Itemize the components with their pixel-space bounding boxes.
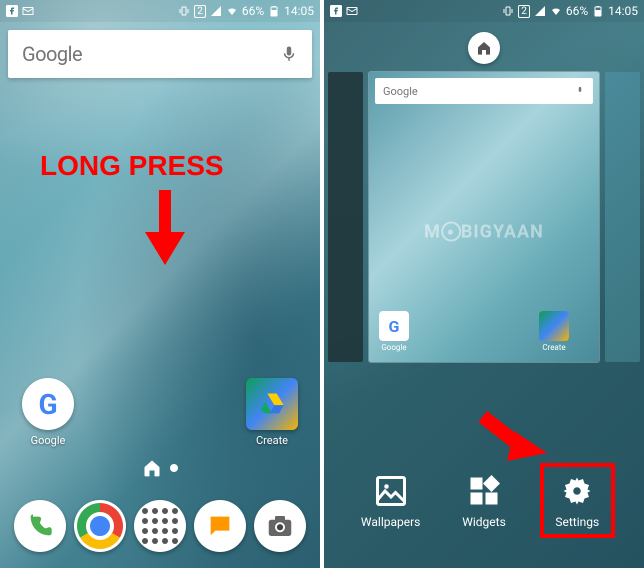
app-label: Google	[31, 434, 66, 447]
widgets-option[interactable]: Widgets	[446, 463, 521, 538]
vibrate-icon	[178, 5, 190, 17]
facebook-icon	[330, 5, 342, 17]
mini-search-widget: Google	[375, 78, 593, 104]
vibrate-icon	[502, 5, 514, 17]
drive-icon	[246, 378, 298, 430]
mini-app-google: G Google	[379, 311, 409, 352]
home-app-row: G Google Create	[0, 378, 320, 458]
app-drawer-button[interactable]	[134, 500, 186, 552]
wallpapers-option[interactable]: Wallpapers	[353, 463, 428, 538]
app-label: Create	[256, 434, 288, 447]
phone-app[interactable]	[14, 500, 66, 552]
annotation-long-press: LONG PRESS	[40, 150, 224, 182]
wifi-icon	[226, 5, 238, 17]
google-search-widget[interactable]: Google	[8, 30, 312, 78]
preview-page-right[interactable]	[605, 72, 640, 362]
option-label: Wallpapers	[361, 515, 420, 529]
mail-icon	[346, 5, 358, 17]
camera-app[interactable]	[254, 500, 306, 552]
option-label: Settings	[555, 515, 599, 529]
settings-option[interactable]: Settings	[540, 463, 615, 538]
battery-icon	[268, 5, 280, 17]
google-g-icon: G	[22, 378, 74, 430]
status-bar: 2 66% 14:05	[0, 0, 320, 22]
app-create[interactable]: Create	[244, 378, 300, 458]
gear-icon	[559, 473, 595, 509]
home-indicator-icon	[142, 458, 162, 478]
page-indicator	[142, 458, 178, 478]
dock	[0, 483, 320, 568]
facebook-icon	[6, 5, 18, 17]
arrow-diag-icon	[479, 393, 549, 463]
signal-icon	[534, 5, 546, 17]
battery-icon	[592, 5, 604, 17]
homescreen-options: Wallpapers Widgets Settings	[324, 463, 644, 538]
clock: 14:05	[284, 4, 314, 18]
watermark: M●BIGYAAN	[424, 221, 544, 242]
clock: 14:05	[608, 4, 638, 18]
google-logo: Google	[22, 42, 82, 66]
homescreen-preview-row: Google M●BIGYAAN G Google Create	[324, 72, 644, 362]
battery-percent: 66%	[566, 4, 588, 18]
wifi-icon	[550, 5, 562, 17]
chrome-app[interactable]	[74, 500, 126, 552]
arrow-down-icon	[145, 190, 185, 265]
mini-app-create: Create	[539, 311, 569, 352]
phone-screenshot-left: 2 66% 14:05 Google LONG PRESS G Google C…	[0, 0, 320, 568]
option-label: Widgets	[462, 515, 506, 529]
sim-indicator: 2	[194, 5, 206, 18]
signal-icon	[210, 5, 222, 17]
messages-app[interactable]	[194, 500, 246, 552]
wallpapers-icon	[373, 473, 409, 509]
home-indicator-button[interactable]	[468, 32, 500, 64]
preview-page-main[interactable]: Google M●BIGYAAN G Google Create	[369, 72, 599, 362]
mail-icon	[22, 5, 34, 17]
sim-indicator: 2	[518, 5, 530, 18]
mic-icon[interactable]	[280, 42, 298, 66]
phone-screenshot-right: 2 66% 14:05 Google M●BIGYAAN	[324, 0, 644, 568]
status-bar: 2 66% 14:05	[324, 0, 644, 22]
widgets-icon	[466, 473, 502, 509]
preview-page-left[interactable]	[328, 72, 363, 362]
page-dot[interactable]	[170, 464, 178, 472]
app-google[interactable]: G Google	[20, 378, 76, 458]
battery-percent: 66%	[242, 4, 264, 18]
